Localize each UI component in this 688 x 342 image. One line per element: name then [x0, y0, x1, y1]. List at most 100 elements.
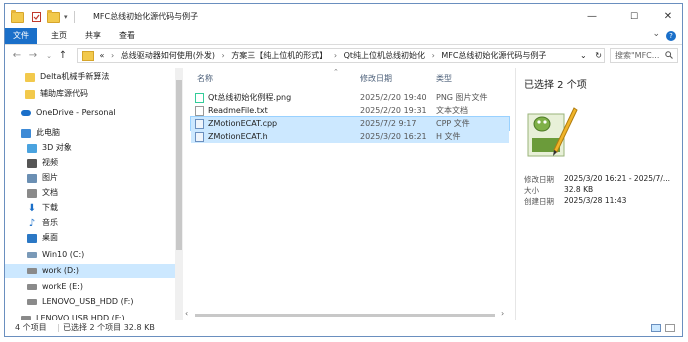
- details-prop-label: 修改日期: [524, 175, 554, 184]
- nav-item-music[interactable]: ♪ 音乐: [27, 216, 58, 230]
- breadcrumb-item[interactable]: 总线驱动器如何使用(外发): [121, 51, 215, 60]
- up-arrow-icon[interactable]: ↑: [57, 49, 69, 63]
- nav-item-drive-d[interactable]: work (D:): [5, 264, 175, 278]
- status-selection: 已选择 2 个项目 32.8 KB: [63, 323, 155, 332]
- drive-icon: [27, 252, 37, 258]
- file-row[interactable]: ZMotionECAT.h 2025/3/20 16:21 H 文件: [191, 130, 509, 143]
- drive-icon: [27, 284, 37, 290]
- file-type: CPP 文件: [436, 119, 470, 128]
- details-prop-value: 32.8 KB: [564, 185, 594, 194]
- h-file-icon: [195, 131, 204, 142]
- file-name: Qt总线初始化例程.png: [208, 93, 292, 102]
- details-view-icon[interactable]: [651, 324, 661, 332]
- status-divider: |: [57, 323, 60, 332]
- tab-home[interactable]: 主页: [47, 28, 71, 44]
- details-prop-label: 大小: [524, 186, 539, 195]
- file-name: ZMotionECAT.cpp: [208, 119, 278, 128]
- close-button[interactable]: ✕: [653, 9, 682, 25]
- chevron-right-icon: ›: [111, 51, 115, 60]
- minimize-button[interactable]: —: [577, 9, 607, 25]
- file-date: 2025/7/2 9:17: [360, 119, 417, 128]
- quick-access-toolbar: ▾: [11, 9, 81, 24]
- downloads-icon: ⬇: [27, 202, 37, 214]
- breadcrumb-item[interactable]: Qt纯上位机总线初始化: [344, 51, 425, 60]
- details-pane: 已选择 2 个项 修改日期 2025/3/20 16:21 - 2025/7/.…: [515, 68, 682, 320]
- nav-item-usb-f[interactable]: LENOVO USB HDD (F:): [21, 312, 125, 320]
- status-item-count: 4 个项目: [15, 323, 47, 332]
- file-type: PNG 图片文件: [436, 93, 488, 102]
- status-bar: 4 个项目 | 已选择 2 个项目 32.8 KB: [5, 320, 682, 336]
- refresh-icon[interactable]: ↻: [595, 51, 602, 60]
- file-name: ReadmeFile.txt: [208, 106, 268, 115]
- breadcrumb-item[interactable]: MFC总线初始化源代码与例子: [441, 51, 546, 60]
- breadcrumb-overflow[interactable]: «: [100, 51, 105, 60]
- large-icons-view-icon[interactable]: [665, 324, 675, 332]
- column-header-date[interactable]: 修改日期: [360, 73, 392, 87]
- column-header-name[interactable]: 名称: [197, 73, 213, 87]
- nav-scrollbar[interactable]: [175, 68, 183, 320]
- details-prop-label: 创建日期: [524, 197, 554, 206]
- nav-item-drive-f[interactable]: LENOVO_USB_HDD (F:): [27, 295, 134, 309]
- drive-icon: [27, 299, 37, 305]
- file-date: 2025/3/20 16:21: [360, 132, 427, 141]
- address-bar[interactable]: « › 总线驱动器如何使用(外发) › 方案三【纯上位机的形式】 › Qt纯上位…: [77, 48, 605, 63]
- customize-toolbar-icon[interactable]: ▾: [64, 13, 68, 21]
- column-header-type[interactable]: 类型: [436, 73, 452, 87]
- nav-item-pictures[interactable]: 图片: [27, 171, 58, 185]
- folder-icon: [25, 72, 35, 82]
- video-icon: [27, 158, 37, 168]
- details-title: 已选择 2 个项: [524, 80, 587, 91]
- address-dropdown-icon[interactable]: ⌄: [580, 51, 587, 60]
- properties-icon[interactable]: [32, 12, 41, 22]
- nav-item-documents[interactable]: 文档: [27, 186, 58, 200]
- nav-item-drive-e[interactable]: workE (E:): [27, 280, 83, 294]
- nav-item-downloads[interactable]: ⬇ 下载: [27, 201, 58, 215]
- file-row[interactable]: ReadmeFile.txt 2025/2/20 19:31 文本文档: [191, 104, 509, 117]
- computer-icon: [21, 128, 31, 138]
- recent-locations-icon[interactable]: ⌄: [43, 49, 55, 63]
- pictures-icon: [27, 173, 37, 183]
- navigation-bar: ← → ⌄ ↑ « › 总线驱动器如何使用(外发) › 方案三【纯上位机的形式】…: [5, 45, 682, 67]
- nav-item-3d-objects[interactable]: 3D 对象: [27, 141, 72, 155]
- scroll-left-icon[interactable]: ‹: [185, 309, 188, 318]
- file-row[interactable]: ZMotionECAT.cpp 2025/7/2 9:17 CPP 文件: [190, 116, 510, 131]
- address-controls: ⌄ ↻: [576, 49, 604, 62]
- folder-icon: [25, 89, 35, 99]
- new-folder-icon[interactable]: [47, 9, 60, 23]
- nav-scrollbar-thumb[interactable]: [176, 80, 182, 250]
- ribbon-tabs: 文件 主页 共享 查看 ⌄ ?: [5, 28, 682, 45]
- txt-file-icon: [195, 105, 204, 116]
- nav-item-aux-lib[interactable]: 辅助库源代码: [25, 87, 88, 101]
- forward-arrow-icon[interactable]: →: [27, 49, 39, 63]
- tab-file[interactable]: 文件: [5, 28, 37, 44]
- scroll-right-icon[interactable]: ›: [501, 309, 504, 318]
- file-row[interactable]: Qt总线初始化例程.png 2025/2/20 19:40 PNG 图片文件: [191, 91, 509, 104]
- file-type: H 文件: [436, 132, 461, 141]
- chevron-down-icon[interactable]: ⌄: [652, 29, 660, 39]
- scrollbar-thumb[interactable]: [195, 314, 495, 317]
- navigation-pane: Delta机械手新算法 辅助库源代码 OneDrive - Personal 此…: [5, 68, 175, 320]
- help-icon[interactable]: ?: [666, 31, 676, 41]
- tab-share[interactable]: 共享: [81, 28, 105, 44]
- onedrive-icon: [21, 110, 31, 116]
- nav-item-drive-c[interactable]: Win10 (C:): [27, 248, 84, 262]
- folder-icon: [82, 50, 94, 61]
- nav-item-desktop[interactable]: 桌面: [27, 231, 58, 245]
- breadcrumb-item[interactable]: 方案三【纯上位机的形式】: [231, 51, 327, 60]
- nav-item-onedrive[interactable]: OneDrive - Personal: [21, 106, 116, 120]
- desktop-icon: [27, 233, 37, 243]
- music-icon: ♪: [28, 217, 36, 229]
- tab-view[interactable]: 查看: [115, 28, 139, 44]
- file-list: ⌃ 名称 修改日期 类型 Qt总线初始化例程.png 2025/2/20 19:…: [183, 68, 513, 320]
- nav-item-delta[interactable]: Delta机械手新算法: [25, 70, 109, 84]
- chevron-right-icon: ›: [431, 51, 435, 60]
- search-icon[interactable]: [665, 51, 673, 59]
- nav-item-this-pc[interactable]: 此电脑: [21, 126, 60, 140]
- back-arrow-icon[interactable]: ←: [11, 49, 23, 63]
- chevron-right-icon: ›: [221, 51, 225, 60]
- drive-icon: [27, 268, 37, 274]
- file-list-scrollbar[interactable]: ‹ ›: [183, 309, 513, 319]
- maximize-button[interactable]: ☐: [619, 9, 649, 25]
- png-file-icon: [195, 92, 204, 103]
- nav-item-videos[interactable]: 视频: [27, 156, 58, 170]
